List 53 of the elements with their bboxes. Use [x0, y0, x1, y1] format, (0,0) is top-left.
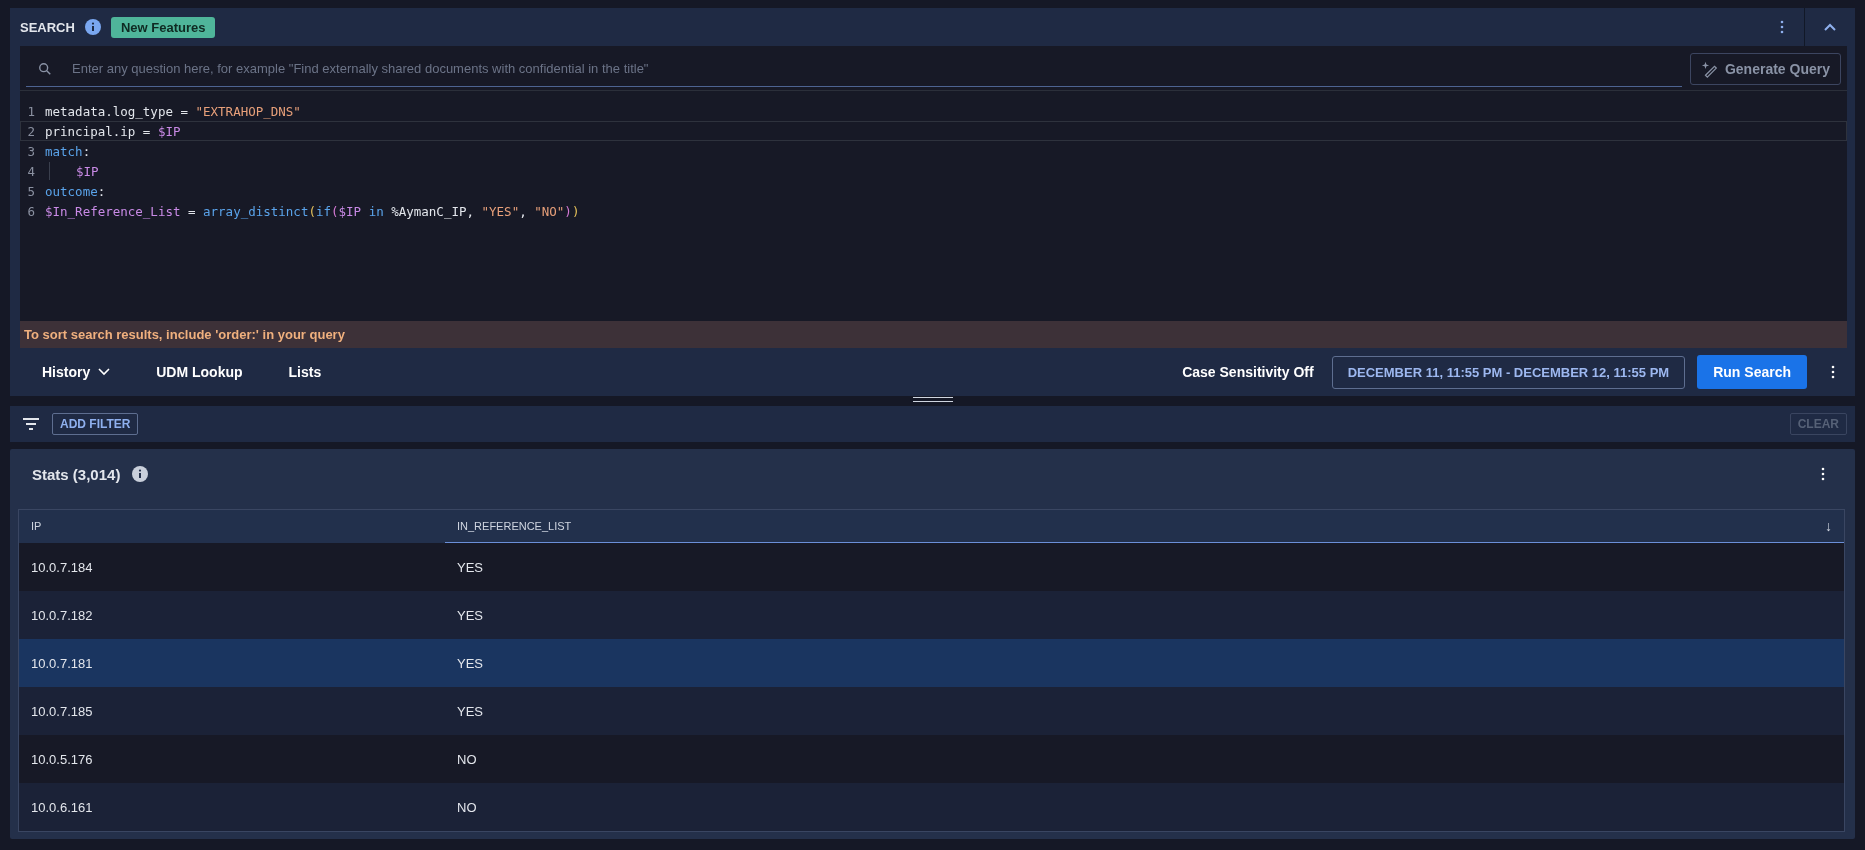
ip-cell-text: 10.0.6.161 — [30, 799, 94, 815]
run-search-button[interactable]: Run Search — [1697, 355, 1807, 389]
table-row[interactable]: 10.0.7.181 YES — [19, 639, 1844, 687]
more-options-icon[interactable] — [1821, 467, 1825, 481]
hint-banner: To sort search results, include 'order:' in your query — [20, 321, 1847, 348]
table-row[interactable]: 10.0.6.161 NO — [19, 783, 1844, 831]
code-line: metadata.log_type = "EXTRAHOP_DNS" — [45, 103, 301, 119]
info-icon[interactable] — [84, 19, 101, 35]
code-line: principal.ip = $IP — [45, 123, 181, 139]
collapse-icon[interactable] — [1823, 22, 1837, 32]
ip-cell-text: 10.0.5.176 — [30, 751, 94, 767]
code-line: $IP — [76, 163, 99, 179]
case-sensitivity-toggle[interactable]: Case Sensitivity Off — [1176, 363, 1320, 381]
code-line: outcome: — [45, 183, 106, 199]
reference-cell-text: YES — [456, 703, 484, 719]
stats-title: Stats (3,014) — [32, 465, 121, 483]
chevron-down-icon — [98, 368, 111, 376]
reference-cell-text: YES — [456, 559, 484, 575]
info-icon[interactable] — [132, 466, 149, 482]
more-options-icon[interactable] — [1831, 365, 1835, 379]
reference-cell-text: NO — [456, 799, 478, 815]
reference-cell-text: NO — [456, 751, 478, 767]
toolbar-link[interactable]: Lists — [276, 358, 334, 386]
ip-cell-text: 10.0.7.185 — [30, 703, 94, 719]
search-icon — [38, 61, 52, 76]
reference-cell-text: YES — [456, 655, 484, 671]
panel-title: SEARCH — [20, 19, 75, 35]
new-features-badge[interactable]: New Features — [110, 16, 216, 38]
line-number: 1 — [26, 103, 35, 119]
column-header[interactable]: IP — [19, 510, 445, 543]
toolbar-link[interactable]: History — [30, 358, 123, 386]
generate-query-button[interactable]: Generate Query — [1689, 53, 1841, 85]
code-line: match: — [45, 143, 91, 159]
table-row[interactable]: 10.0.7.182 YES — [19, 591, 1844, 639]
line-number: 3 — [26, 143, 35, 159]
line-number: 6 — [26, 203, 35, 219]
add-filter-button[interactable]: ADD FILTER — [52, 413, 139, 435]
more-options-icon[interactable] — [1780, 20, 1784, 34]
time-range-button[interactable]: DECEMBER 11, 11:55 PM - DECEMBER 12, 11:55 PM — [1331, 355, 1686, 389]
code-line: $In_Reference_List = array_distinct(if($IP in %AymanC_IP, "YES", "NO")) — [45, 203, 580, 219]
toolbar-link[interactable]: UDM Lookup — [144, 358, 255, 386]
ip-cell-text: 10.0.7.184 — [30, 559, 94, 575]
line-number: 4 — [26, 163, 35, 179]
filter-icon[interactable] — [22, 417, 40, 431]
query-field[interactable]: Enter any question here, for example "Find externally shared documents with confidential in the title" — [70, 60, 1682, 77]
table-row[interactable]: 10.0.7.185 YES — [19, 687, 1844, 735]
ip-cell-text: 10.0.7.182 — [30, 607, 94, 623]
magic-wand-icon — [1700, 60, 1719, 78]
line-number: 5 — [26, 183, 35, 199]
ip-cell-text: 10.0.7.181 — [30, 655, 94, 671]
resize-handle[interactable] — [912, 397, 953, 402]
reference-cell-text: YES — [456, 607, 484, 623]
line-number: 2 — [26, 123, 35, 139]
